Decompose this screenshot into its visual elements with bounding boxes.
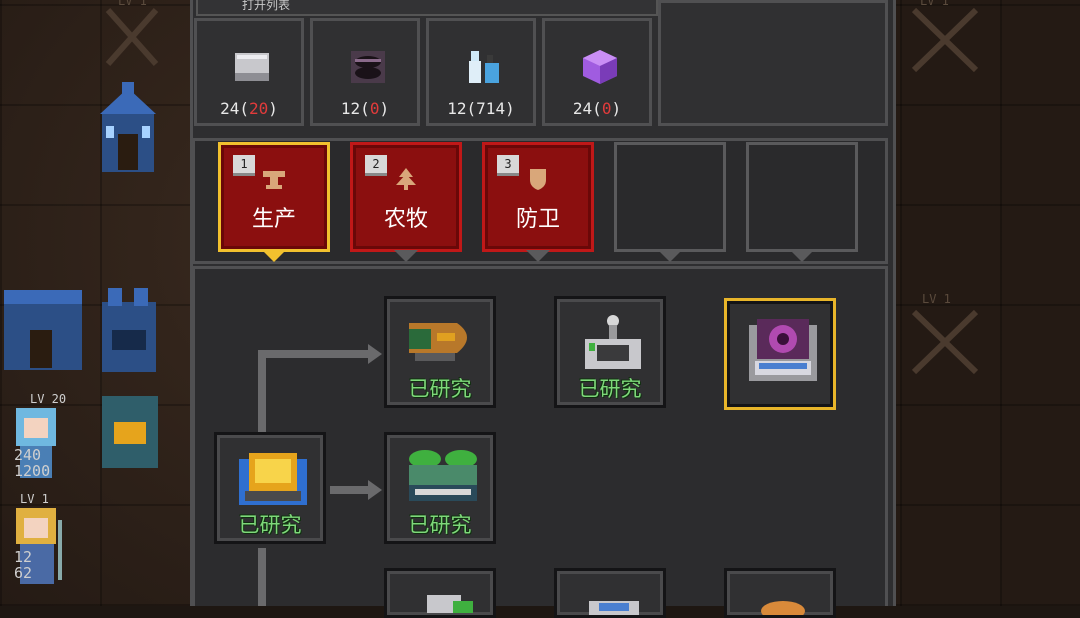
tab-farming[interactable]: 2 农牧 xyxy=(350,142,462,252)
resource-slot-potion[interactable]: 12(714) xyxy=(426,18,536,126)
tab-number: 2 xyxy=(365,155,387,176)
tab-pointer-arrow xyxy=(526,250,550,262)
tab-label: 生产 xyxy=(251,207,296,232)
research-node-furnace[interactable]: 已研究 xyxy=(214,432,326,544)
research-node-airship[interactable]: 已研究 xyxy=(384,296,496,408)
unit-stat: 62 xyxy=(14,564,33,582)
unit-level-label: LV 1 xyxy=(20,492,49,506)
turret-icon xyxy=(585,315,641,369)
research-node-green-tanks[interactable]: 已研究 xyxy=(384,432,496,544)
unit-level-label: LV 20 xyxy=(30,392,67,406)
potion-bottles-icon xyxy=(469,51,499,83)
tree-connector xyxy=(258,350,266,436)
tab-pointer-arrow xyxy=(262,250,286,262)
resource-count: 24(0) xyxy=(572,99,622,118)
research-node-locked[interactable] xyxy=(384,568,496,618)
unit-stat: 1200 xyxy=(14,462,51,480)
research-node-portal[interactable] xyxy=(724,298,836,410)
tab-number: 1 xyxy=(233,155,255,176)
research-node-locked[interactable] xyxy=(724,568,836,618)
house-building-icon[interactable] xyxy=(0,280,86,376)
stone-block-icon xyxy=(235,53,269,81)
tree-arrow xyxy=(368,344,382,364)
machine-icon xyxy=(589,601,639,615)
tree-icon xyxy=(396,168,416,190)
factory-building-icon[interactable] xyxy=(98,284,160,376)
tab-label: 防卫 xyxy=(515,207,560,232)
bread-icon xyxy=(761,601,805,615)
resource-count: 24(20) xyxy=(220,99,278,118)
tab-number: 3 xyxy=(497,155,519,176)
researched-label: 已研究 xyxy=(408,377,472,401)
portal-icon xyxy=(749,319,817,381)
crossed-swords-icon[interactable] xyxy=(910,306,980,376)
tree-arrow xyxy=(368,480,382,500)
gear-machine-icon xyxy=(427,595,473,613)
shield-icon xyxy=(530,169,546,190)
tab-empty-slot[interactable] xyxy=(614,142,726,252)
resource-count: 12(714) xyxy=(447,99,515,118)
researched-label: 已研究 xyxy=(408,513,472,537)
map-level-label: LV 1 xyxy=(920,0,949,8)
crossed-swords-icon[interactable] xyxy=(910,4,980,74)
dark-ore-icon xyxy=(351,51,385,83)
map-level-label: LV 1 xyxy=(118,0,147,8)
researched-label: 已研究 xyxy=(238,513,302,537)
tab-production[interactable]: 1 生产 xyxy=(218,142,330,252)
resource-slot-ore[interactable]: 12(0) xyxy=(310,18,420,126)
tab-pointer-arrow xyxy=(394,250,418,262)
tree-connector xyxy=(258,548,266,606)
anvil-icon xyxy=(263,171,285,189)
forge-building-icon[interactable] xyxy=(100,392,160,472)
info-box xyxy=(658,0,888,126)
airship-icon xyxy=(409,323,467,361)
tree-connector xyxy=(330,486,370,494)
top-slot-text: 打开列表 xyxy=(242,0,291,12)
purple-cube-icon xyxy=(583,50,617,84)
tab-pointer-arrow xyxy=(790,250,814,262)
furnace-icon xyxy=(239,453,307,505)
green-tanks-icon xyxy=(409,450,477,501)
researched-label: 已研究 xyxy=(578,377,642,401)
top-slot[interactable]: 打开列表 xyxy=(196,0,658,16)
research-node-locked[interactable] xyxy=(554,568,666,618)
resource-count: 12(0) xyxy=(340,99,390,118)
tab-empty-slot[interactable] xyxy=(746,142,858,252)
resource-slot-crystal[interactable]: 24(0) xyxy=(542,18,652,126)
tab-defense[interactable]: 3 防卫 xyxy=(482,142,594,252)
map-level-label: LV 1 xyxy=(922,292,951,306)
tab-label: 农牧 xyxy=(383,207,428,232)
research-node-turret[interactable]: 已研究 xyxy=(554,296,666,408)
tree-connector xyxy=(258,350,370,358)
tab-pointer-arrow xyxy=(658,250,682,262)
resource-slot-stone[interactable]: 24(20) xyxy=(194,18,304,126)
church-building-icon[interactable] xyxy=(96,82,160,178)
crossed-swords-icon[interactable] xyxy=(104,0,160,70)
